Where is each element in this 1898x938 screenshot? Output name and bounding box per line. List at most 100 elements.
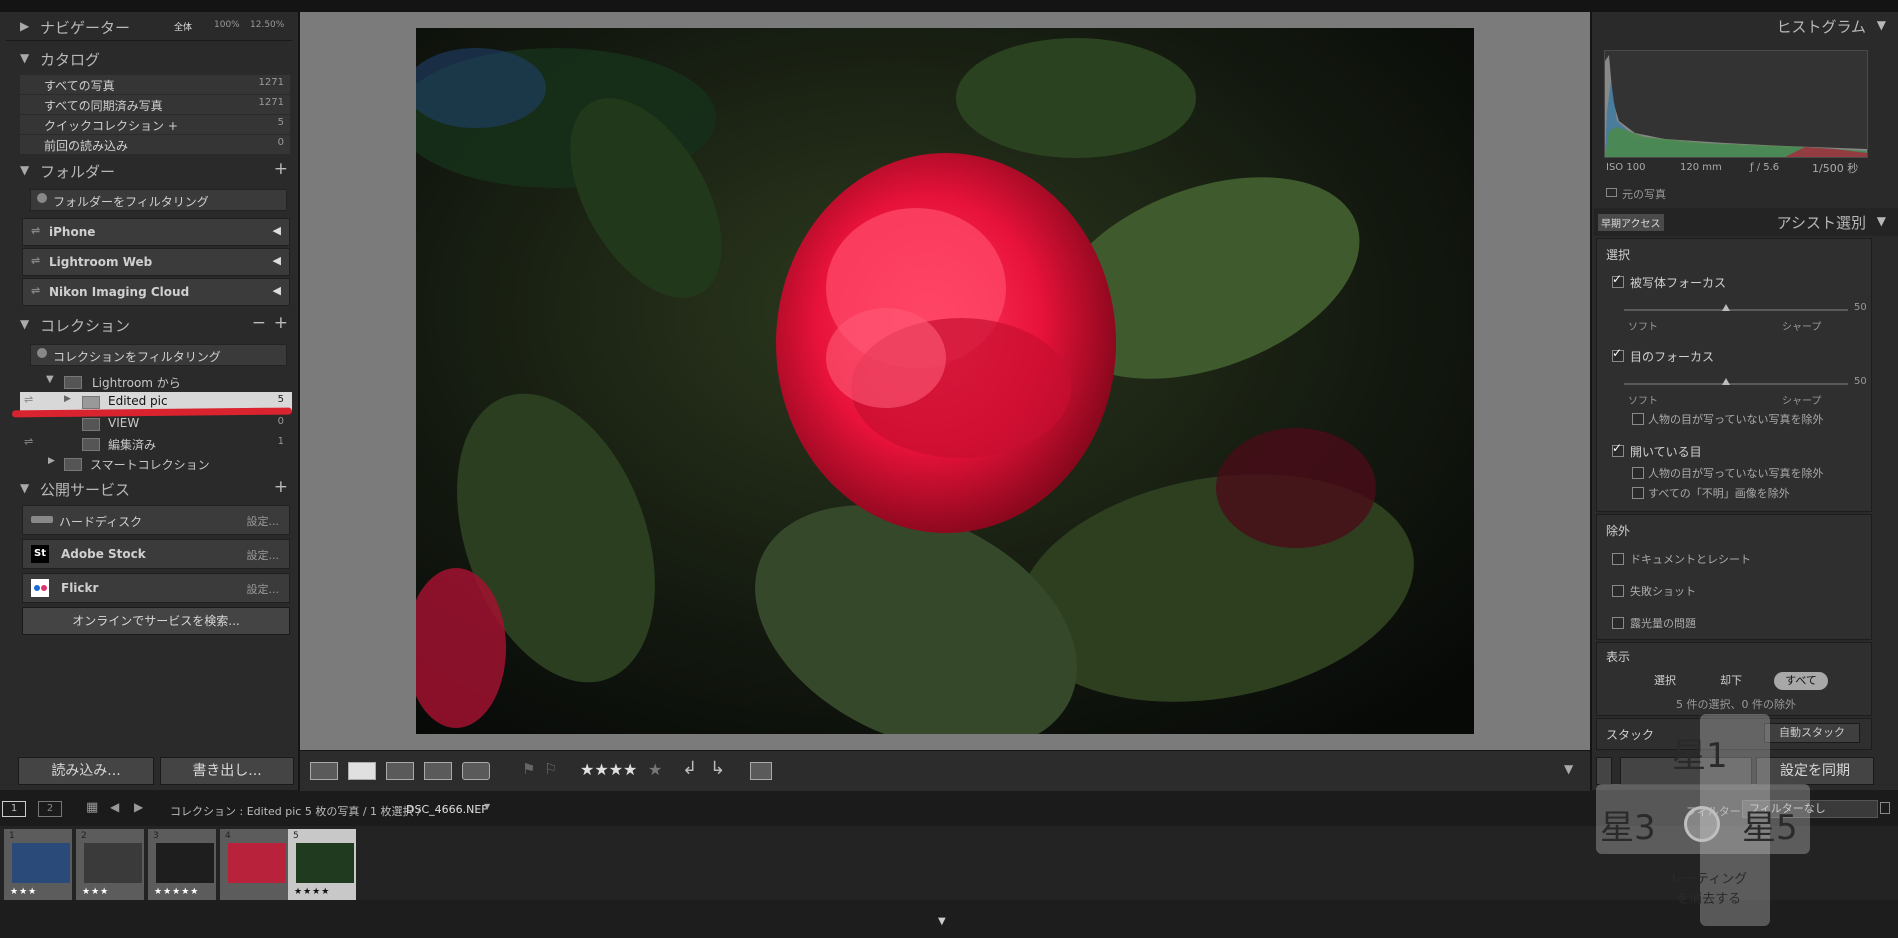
flag-reject-icon[interactable]: ⚐ <box>544 760 557 778</box>
collapse-icon[interactable]: ▼ <box>20 51 29 65</box>
thumbnail[interactable]: 1 ★★★ <box>4 829 72 901</box>
add-folder-icon[interactable]: + <box>274 159 288 179</box>
import-button[interactable]: 読み込み... <box>18 757 154 785</box>
zoom-custom[interactable]: 12.50% <box>250 20 284 30</box>
grid-view-icon[interactable] <box>310 762 338 780</box>
remove-collection-icon[interactable]: − <box>252 313 266 333</box>
original-photo-checkbox[interactable] <box>1606 188 1617 197</box>
survey-view-icon[interactable] <box>424 762 452 780</box>
thumbnail[interactable]: 3 ★★★★★ <box>148 829 216 901</box>
rating-empty-star[interactable]: ★ <box>648 760 662 779</box>
navigator-header[interactable]: ▶ ナビゲーター 全体 100% 12.50% <box>0 14 298 40</box>
flag-pick-icon[interactable]: ⚑ <box>522 760 535 778</box>
catalog-item[interactable]: クイックコレクション + 5 <box>20 115 290 134</box>
expand-icon[interactable]: ▶ <box>20 19 29 33</box>
service-settings[interactable]: 設定... <box>247 547 280 563</box>
toolbar-menu-icon[interactable]: ▼ <box>1564 762 1573 776</box>
crop-icon[interactable] <box>750 762 772 780</box>
find-services-button[interactable]: オンラインでサービスを検索... <box>22 607 290 635</box>
window-2-button[interactable]: 2 <box>38 801 62 817</box>
service-hard-disk[interactable]: ハードディスク 設定... <box>22 505 290 535</box>
back-arrow-icon[interactable]: ◀ <box>110 800 119 814</box>
service-adobe-stock[interactable]: St Adobe Stock 設定... <box>22 539 290 569</box>
filter-lock-icon[interactable] <box>1880 802 1890 814</box>
auto-stack-button[interactable]: 自動スタック <box>1764 723 1860 743</box>
show-all-button[interactable]: すべて <box>1774 672 1828 690</box>
histogram-graph[interactable] <box>1604 50 1868 158</box>
open-eyes-checkbox[interactable] <box>1612 441 1624 457</box>
subject-focus-checkbox[interactable] <box>1612 272 1624 288</box>
rating-stars[interactable]: ★★★★ <box>580 760 637 779</box>
folder-filter-input[interactable]: フォルダーをフィルタリング <box>30 189 287 211</box>
collections-header[interactable]: ▼ コレクション − + <box>0 312 298 338</box>
exclude-no-eyes-checkbox[interactable] <box>1632 413 1644 425</box>
eye-focus-slider[interactable] <box>1624 383 1848 385</box>
failed-shots-checkbox[interactable] <box>1612 585 1624 597</box>
rotate-right-icon[interactable]: ↳ <box>710 758 725 779</box>
thumbnail[interactable]: 4 <box>220 829 288 901</box>
collapse-icon[interactable]: ▼ <box>20 317 29 331</box>
rating-star1-option[interactable]: 星1 <box>1672 728 1728 777</box>
catalog-item[interactable]: すべての同期済み写真 1271 <box>20 95 290 114</box>
volume-iphone[interactable]: ⇌ iPhone ◀ <box>22 218 290 246</box>
rating-star5-option[interactable]: 星5 <box>1742 800 1798 849</box>
expand-icon[interactable]: ▶ <box>48 456 55 466</box>
export-button[interactable]: 書き出し... <box>160 757 294 785</box>
collection-edited[interactable]: ⇌ 編集済み 1 <box>20 434 292 453</box>
grid-icon[interactable]: ▦ <box>86 800 98 815</box>
service-settings[interactable]: 設定... <box>247 581 280 597</box>
volume-lightroom-web[interactable]: ⇌ Lightroom Web ◀ <box>22 248 290 276</box>
window-1-button[interactable]: 1 <box>2 801 26 817</box>
service-settings[interactable]: 設定... <box>247 513 280 529</box>
filmstrip-filename[interactable]: DSC_4666.NEF <box>406 803 488 816</box>
publish-header[interactable]: ▼ 公開サービス + <box>0 476 298 502</box>
collapse-icon[interactable]: ▼ <box>20 163 29 177</box>
sync-toggle[interactable] <box>1596 757 1612 785</box>
add-service-icon[interactable]: + <box>274 477 288 497</box>
eye-focus-knob[interactable] <box>1722 378 1730 385</box>
rating-center-knob[interactable] <box>1684 806 1720 842</box>
collapse-icon[interactable]: ▼ <box>1877 18 1886 32</box>
expand-icon[interactable]: ▶ <box>64 394 71 404</box>
triangle-left-icon[interactable]: ◀ <box>273 224 281 237</box>
catalog-header[interactable]: ▼ カタログ <box>0 46 298 72</box>
chevron-down-icon[interactable]: ▼ <box>484 802 490 811</box>
zoom-100[interactable]: 100% <box>214 20 240 30</box>
sync-settings-button[interactable]: 設定を同期 <box>1756 757 1874 785</box>
show-reject-button[interactable]: 却下 <box>1706 672 1756 690</box>
eye-focus-checkbox[interactable] <box>1612 346 1624 362</box>
collapse-icon[interactable]: ▼ <box>20 481 29 495</box>
thumbnail[interactable]: 2 ★★★ <box>76 829 144 901</box>
clear-rating-option[interactable]: レーティング を消去する <box>1670 870 1747 910</box>
thumbnail-selected[interactable]: 5 ★★★★ <box>288 829 356 901</box>
service-flickr[interactable]: Flickr 設定... <box>22 573 290 603</box>
loupe-view-icon[interactable] <box>348 762 376 780</box>
collection-filter-input[interactable]: コレクションをフィルタリング <box>30 344 287 366</box>
collection-set-smart[interactable]: ▶ スマートコレクション <box>20 454 292 473</box>
show-select-button[interactable]: 選択 <box>1640 672 1690 690</box>
collection-set-lightroom[interactable]: ▼ Lightroom から <box>20 372 292 391</box>
volume-nikon-cloud[interactable]: ⇌ Nikon Imaging Cloud ◀ <box>22 278 290 306</box>
subject-focus-knob[interactable] <box>1722 304 1730 311</box>
compare-view-icon[interactable] <box>386 762 414 780</box>
triangle-left-icon[interactable]: ◀ <box>273 284 281 297</box>
exclude-unknown-checkbox[interactable] <box>1632 487 1644 499</box>
forward-arrow-icon[interactable]: ▶ <box>134 800 143 814</box>
exposure-issues-checkbox[interactable] <box>1612 617 1624 629</box>
main-photo[interactable] <box>416 28 1474 734</box>
documents-checkbox[interactable] <box>1612 553 1624 565</box>
collapse-icon[interactable]: ▼ <box>46 374 54 385</box>
folders-header[interactable]: ▼ フォルダー + <box>0 158 298 184</box>
add-collection-icon[interactable]: + <box>274 313 288 333</box>
collection-view[interactable]: VIEW 0 <box>20 414 292 433</box>
catalog-item[interactable]: すべての写真 1271 <box>20 75 290 94</box>
chevron-down-icon[interactable]: ▼ <box>938 916 946 927</box>
rotate-left-icon[interactable]: ↲ <box>682 758 697 779</box>
people-view-icon[interactable] <box>462 762 490 780</box>
assist-header[interactable]: 早期アクセス アシスト選別 ▼ <box>1594 208 1898 236</box>
zoom-fit[interactable]: 全体 <box>174 20 192 33</box>
subject-focus-slider[interactable] <box>1624 309 1848 311</box>
collapse-icon[interactable]: ▼ <box>1877 214 1886 228</box>
triangle-left-icon[interactable]: ◀ <box>273 254 281 267</box>
catalog-item[interactable]: 前回の読み込み 0 <box>20 135 290 154</box>
